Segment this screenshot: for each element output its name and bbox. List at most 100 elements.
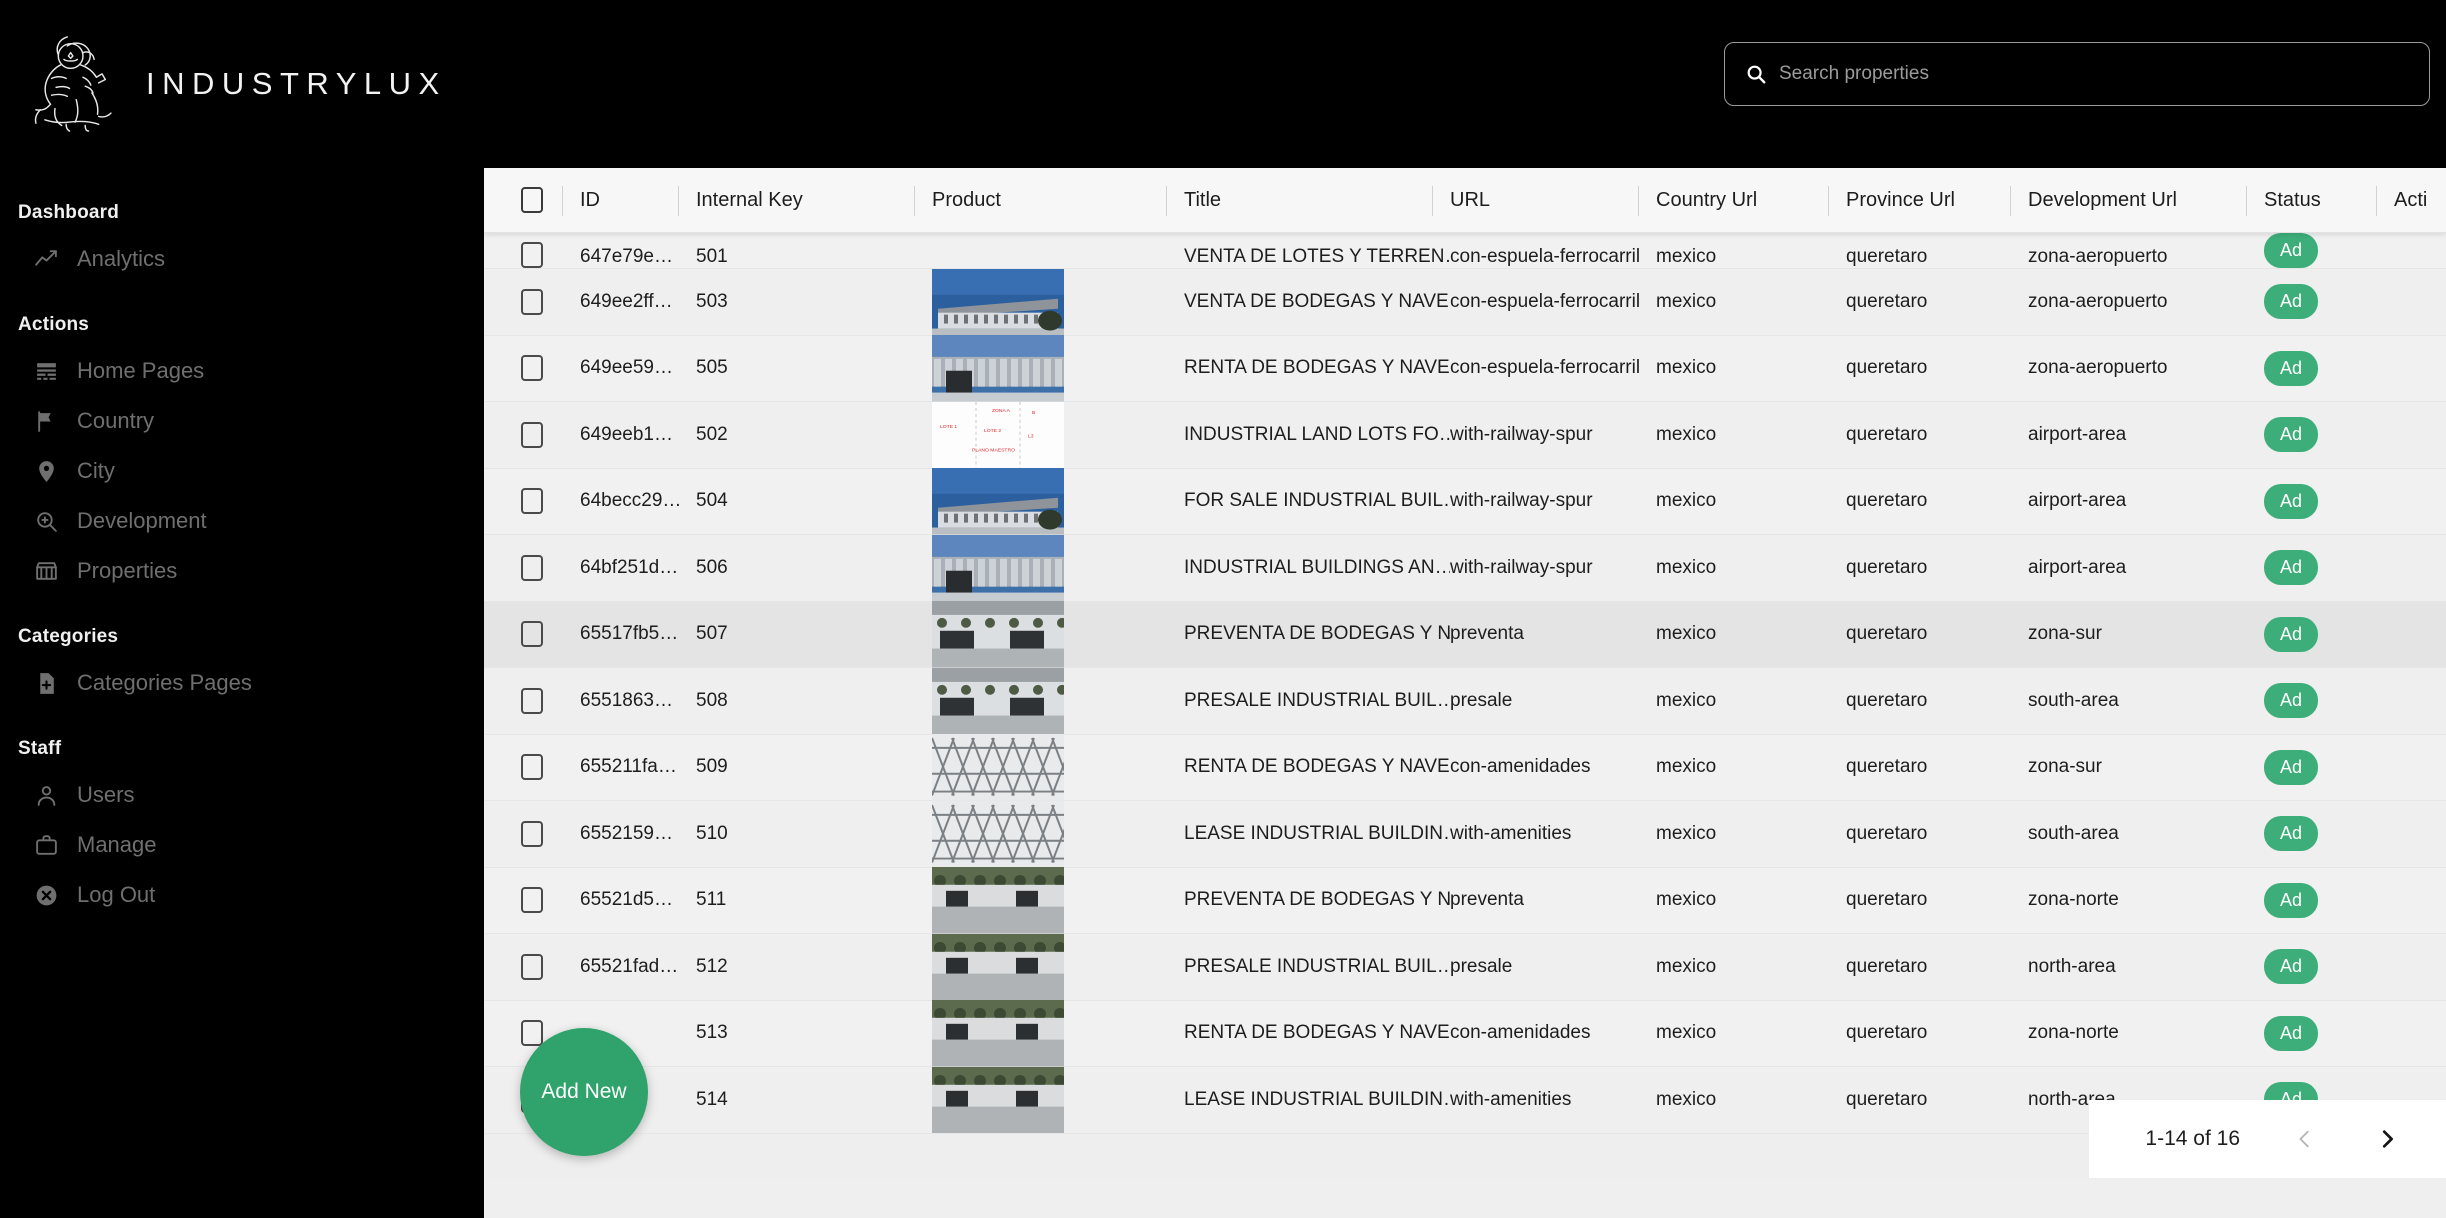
row-select-cell[interactable] [484, 820, 580, 847]
table-row[interactable]: 6551863… 508 PRESALE INDUSTRIAL BUIL… pres… [484, 667, 2446, 735]
search-bar[interactable] [1724, 42, 2430, 106]
row-checkbox[interactable] [521, 887, 543, 914]
column-header-development-url[interactable]: Development Url [2010, 168, 2264, 232]
cell-country-url: mexico [1656, 1022, 1717, 1044]
row-checkbox[interactable] [521, 488, 543, 515]
status-badge: Ad [2264, 1015, 2319, 1051]
cell-country-url: mexico [1656, 1088, 1717, 1110]
row-select-cell[interactable] [484, 754, 580, 781]
table-row[interactable]: 65521fad… 512 PRESALE INDUSTRIAL BUIL… pre… [484, 933, 2446, 1001]
product-thumbnail: LOTE 1 LOTE 2 L3 PLANO MAESTRO ZONA AB [932, 401, 1184, 468]
table-row[interactable]: 6552159… 510 LEASE INDUSTRIAL BUILDIN… wit… [484, 800, 2446, 868]
sidebar-item-users[interactable]: Users [0, 776, 484, 814]
cell-province-url: queretaro [1846, 490, 1928, 512]
cell-url: with-railway-spur [1450, 423, 1593, 445]
column-header-url[interactable]: URL [1432, 168, 1656, 232]
row-checkbox[interactable] [521, 242, 543, 268]
pagination-next-button[interactable] [2370, 1120, 2404, 1158]
row-checkbox[interactable] [521, 421, 543, 448]
product-thumbnail [932, 667, 1184, 734]
row-select-cell[interactable] [484, 953, 580, 980]
row-checkbox[interactable] [521, 1020, 543, 1047]
row-checkbox[interactable] [521, 754, 543, 781]
cell-province-url: queretaro [1846, 556, 1928, 578]
product-thumbnail [932, 800, 1184, 867]
cell-internal-key: 504 [696, 490, 728, 512]
row-checkbox[interactable] [521, 953, 543, 980]
cell-country-url: mexico [1656, 955, 1717, 977]
row-select-cell[interactable] [484, 687, 580, 714]
site-plan-thumb: LOTE 1LOTE 2L3 PLANO MAESTROZONA AB [932, 401, 1064, 468]
row-select-cell[interactable] [484, 488, 580, 515]
cell-development-url: airport-area [2028, 556, 2127, 578]
sidebar-item-city[interactable]: City [0, 452, 484, 490]
row-checkbox[interactable] [521, 820, 543, 847]
sidebar-item-label: Properties [77, 558, 178, 583]
cell-province-url: queretaro [1846, 1022, 1928, 1044]
column-header-product[interactable]: Product [914, 168, 1184, 232]
svg-text:ZONA A: ZONA A [992, 407, 1011, 413]
row-checkbox[interactable] [521, 355, 543, 382]
table-row[interactable]: 649ee59… 505 RENTA DE BODEGAS Y NAVE… con-… [484, 335, 2446, 402]
row-select-cell[interactable] [484, 421, 580, 448]
table-row[interactable]: 65521d5… 511 PREVENTA DE BODEGAS Y N… prev… [484, 867, 2446, 934]
row-checkbox[interactable] [521, 621, 543, 648]
row-select-cell[interactable] [484, 554, 580, 581]
brand-logo[interactable]: INDUSTRYLUX [18, 28, 447, 140]
column-header-status[interactable]: Status [2246, 168, 2394, 232]
column-header-internal-key[interactable]: Internal Key [678, 168, 932, 232]
search-input[interactable] [1779, 63, 2409, 85]
table-row[interactable]: 65517fb5… 507 PREVENTA DE BODEGAS Y N… pre… [484, 601, 2446, 668]
sidebar-item-categories-pages[interactable]: Categories Pages [0, 664, 484, 702]
row-select-cell[interactable] [484, 355, 580, 382]
column-header-country-url[interactable]: Country Url [1638, 168, 1846, 232]
pagination-range-label: 1-14 of 16 [2145, 1127, 2240, 1150]
sidebar-item-development[interactable]: Development [0, 502, 484, 540]
steel-structure-thumb [932, 734, 1064, 801]
select-all-checkbox[interactable] [521, 187, 543, 213]
table-row[interactable]: 649ee2ff… 503 VENTA DE BODEGAS Y NAVE… con… [484, 268, 2446, 336]
table-row[interactable]: 647e79e…501 LOTE 1LOTE 2L3 PLANO MAESTRO… [484, 233, 2446, 269]
add-new-button[interactable]: Add New [520, 1028, 648, 1156]
status-badge: Ad [2264, 483, 2319, 519]
status-badge: Ad [2264, 683, 2319, 719]
row-select-cell[interactable] [484, 242, 580, 268]
column-header-actions[interactable]: Acti [2376, 168, 2446, 232]
row-select-cell[interactable] [484, 288, 580, 315]
sidebar-group-title: Staff [18, 738, 62, 759]
select-all-cell[interactable] [484, 168, 580, 232]
pagination-prev-button[interactable] [2288, 1120, 2322, 1158]
row-checkbox[interactable] [521, 687, 543, 714]
cell-country-url: mexico [1656, 822, 1717, 844]
cell-internal-key: 513 [696, 1022, 728, 1044]
row-checkbox[interactable] [521, 554, 543, 581]
sidebar-item-home-pages[interactable]: Home Pages [0, 352, 484, 390]
cell-status: Ad [2264, 350, 2394, 386]
close-circle-icon [36, 885, 57, 905]
row-select-cell[interactable] [484, 621, 580, 648]
sidebar-item-manage[interactable]: Manage [0, 826, 484, 864]
table-row[interactable]: 64becc29… 504 FOR SALE INDUSTRIAL BUIL… wi… [484, 468, 2446, 535]
cell-province-url: queretaro [1846, 955, 1928, 977]
chevron-right-icon [2382, 1130, 2393, 1148]
sidebar-item-analytics[interactable]: Analytics [0, 240, 484, 278]
cell-product [932, 335, 1184, 402]
cell-country-url: mexico [1656, 357, 1717, 379]
table-row[interactable]: 64bf251d… 506 INDUSTRIAL BUILDINGS AN… wit… [484, 534, 2446, 602]
cell-development-url: south-area [2028, 822, 2119, 844]
cell-internal-key: 502 [696, 423, 728, 445]
cell-province-url: queretaro [1846, 822, 1928, 844]
row-select-cell[interactable] [484, 887, 580, 914]
sidebar-group-staff: Staff Users Manage Log Out [0, 738, 484, 914]
sidebar-item-log-out[interactable]: Log Out [0, 876, 484, 914]
sidebar-item-properties[interactable]: Properties [0, 552, 484, 590]
table-row[interactable]: 513 RENTA DE BODEGAS Y NAVE… con-amenidad… [484, 1000, 2446, 1067]
table-row[interactable]: 649eeb1… 502 LOTE 1 LOTE 2 L3 PLANO MAESTRO… [484, 401, 2446, 469]
column-header-title[interactable]: Title [1166, 168, 1450, 232]
sidebar-item-country[interactable]: Country [0, 402, 484, 440]
cell-province-url: queretaro [1846, 889, 1928, 911]
column-header-province-url[interactable]: Province Url [1828, 168, 2028, 232]
row-checkbox[interactable] [521, 288, 543, 315]
table-row[interactable]: 655211fa… 509 RENTA DE BODEGAS Y NAVE… con… [484, 734, 2446, 801]
chevron-left-icon [2299, 1130, 2309, 1148]
